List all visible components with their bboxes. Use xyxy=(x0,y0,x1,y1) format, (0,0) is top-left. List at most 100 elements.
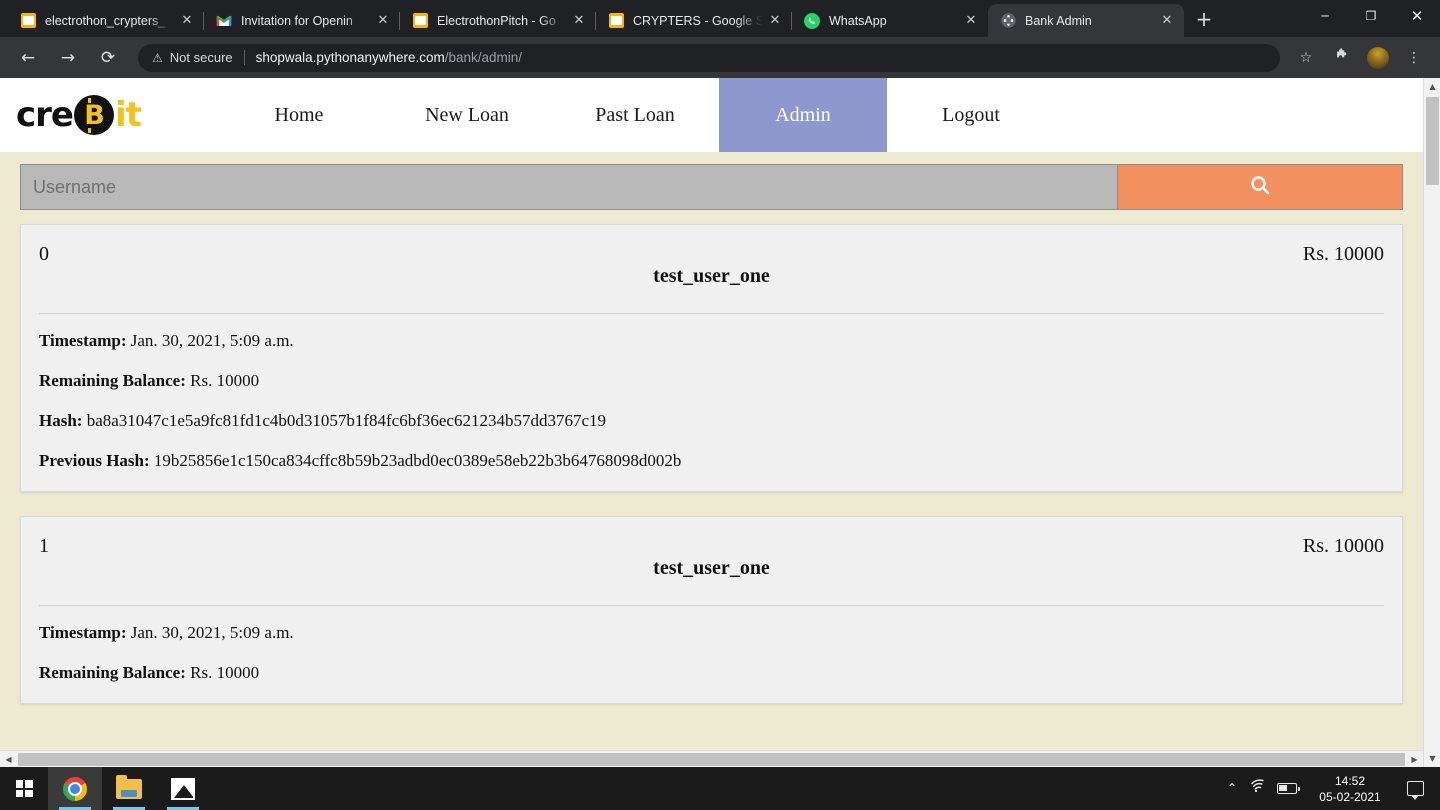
minimize-button[interactable]: ─ xyxy=(1302,0,1348,32)
scroll-left-icon[interactable]: ◀ xyxy=(0,751,17,767)
chrome-icon xyxy=(63,776,87,801)
omnibox-divider xyxy=(243,50,245,65)
horizontal-scroll-thumb[interactable] xyxy=(18,753,1405,766)
block-previous-hash-row: Previous Hash: 19b25856e1c150ca834cffc8b… xyxy=(39,451,1384,471)
browser-tab-1[interactable]: electrothon_crypters_ ✕ xyxy=(8,4,204,37)
url-path: /bank/admin/ xyxy=(444,50,523,65)
block-index: 0 xyxy=(39,243,49,265)
site-navbar: cre B it Home New Loan Past Loan Admin L… xyxy=(0,78,1423,152)
tab-strip: electrothon_crypters_ ✕ Invitation for O… xyxy=(0,0,1440,37)
horizontal-scrollbar[interactable]: ◀ ▶ xyxy=(0,750,1423,767)
search-bar xyxy=(0,164,1423,210)
timestamp-value: Jan. 30, 2021, 5:09 a.m. xyxy=(130,331,294,350)
nav-item-home[interactable]: Home xyxy=(215,78,383,152)
url-domain: shopwala.pythonanywhere.com xyxy=(255,50,445,65)
block-balance-row: Remaining Balance: Rs. 10000 xyxy=(39,371,1384,391)
block-timestamp-row: Timestamp: Jan. 30, 2021, 5:09 a.m. xyxy=(39,623,1384,643)
remaining-balance-label: Remaining Balance: xyxy=(39,663,186,682)
search-icon xyxy=(1249,174,1271,201)
windows-logo-icon xyxy=(15,780,33,797)
document-icon xyxy=(20,13,36,29)
tab-close-icon[interactable]: ✕ xyxy=(766,12,784,30)
taskbar-file-explorer[interactable] xyxy=(102,767,156,810)
browser-tab-5[interactable]: WhatsApp ✕ xyxy=(792,4,988,37)
extensions-puzzle-icon[interactable] xyxy=(1328,44,1356,72)
vertical-scroll-thumb[interactable] xyxy=(1426,97,1439,185)
tab-close-icon[interactable]: ✕ xyxy=(962,12,980,30)
nav-item-past-loan[interactable]: Past Loan xyxy=(551,78,719,152)
browser-tab-2[interactable]: Invitation for Openin ✕ xyxy=(204,4,400,37)
whatsapp-icon xyxy=(804,12,820,29)
battery-icon[interactable] xyxy=(1277,783,1300,794)
block-index: 1 xyxy=(39,535,49,557)
new-tab-button[interactable]: + xyxy=(1190,6,1218,34)
system-tray: ⌃ 14:52 05-02-2021 xyxy=(1219,767,1440,810)
hash-label: Hash: xyxy=(39,411,83,430)
block-balance-row: Remaining Balance: Rs. 10000 xyxy=(39,663,1384,683)
nav-item-new-loan[interactable]: New Loan xyxy=(383,78,551,152)
timestamp-label: Timestamp: xyxy=(39,331,127,350)
forward-icon[interactable]: → xyxy=(53,43,83,73)
tab-close-icon[interactable]: ✕ xyxy=(570,12,588,30)
back-icon[interactable]: ← xyxy=(13,43,43,73)
site-logo[interactable]: cre B it xyxy=(0,78,215,152)
address-bar[interactable]: ⚠ Not secure shopwala.pythonanywhere.com… xyxy=(138,43,1280,72)
tab-title: electrothon_crypters_ xyxy=(45,13,166,28)
search-button[interactable] xyxy=(1118,164,1403,210)
site-nav-links: Home New Loan Past Loan Admin Logout xyxy=(215,78,1423,152)
block-amount: Rs. 10000 xyxy=(1302,243,1384,265)
bookmark-star-icon[interactable]: ☆ xyxy=(1292,44,1320,72)
windows-taskbar: ⌃ 14:52 05-02-2021 xyxy=(0,767,1440,810)
file-explorer-icon xyxy=(116,774,142,799)
username-search-input[interactable] xyxy=(20,164,1118,210)
scroll-right-icon[interactable]: ▶ xyxy=(1406,751,1423,767)
browser-window: electrothon_crypters_ ✕ Invitation for O… xyxy=(0,0,1440,810)
browser-tab-6-active[interactable]: Bank Admin ✕ xyxy=(988,4,1184,37)
remaining-balance-value: Rs. 10000 xyxy=(190,663,260,682)
tab-close-icon[interactable]: ✕ xyxy=(1158,12,1176,30)
globe-icon xyxy=(1000,13,1016,29)
block-card-header: 1 Rs. 10000 test_user_one xyxy=(39,535,1384,593)
tab-title: WhatsApp xyxy=(829,13,887,28)
page-viewport: cre B it Home New Loan Past Loan Admin L… xyxy=(0,78,1440,767)
tab-close-icon[interactable]: ✕ xyxy=(178,12,196,30)
block-card-header: 0 Rs. 10000 test_user_one xyxy=(39,243,1384,301)
photos-icon xyxy=(171,777,195,800)
card-divider xyxy=(39,605,1384,607)
tab-title: ElectrothonPitch - Go xyxy=(437,13,556,28)
logo-part-1: cre xyxy=(16,95,74,135)
nav-item-admin[interactable]: Admin xyxy=(719,78,887,152)
document-icon xyxy=(412,13,428,29)
bitcoin-icon: B xyxy=(73,95,114,135)
taskbar-clock[interactable]: 14:52 05-02-2021 xyxy=(1305,773,1391,805)
speech-bubble-icon[interactable] xyxy=(1407,781,1424,800)
gmail-icon xyxy=(216,13,232,29)
logo-text: cre B it xyxy=(16,95,142,135)
block-username: test_user_one xyxy=(653,557,770,579)
browser-menu-icon[interactable]: ⋮ xyxy=(1400,44,1428,72)
close-window-button[interactable]: ✕ xyxy=(1394,0,1440,32)
start-button[interactable] xyxy=(0,767,48,810)
reload-icon[interactable]: ⟳ xyxy=(93,43,123,73)
show-hidden-icons-chevron-icon[interactable]: ⌃ xyxy=(1219,767,1245,810)
taskbar-photos[interactable] xyxy=(156,767,210,810)
tab-close-icon[interactable]: ✕ xyxy=(374,12,392,30)
scroll-up-icon[interactable]: ▲ xyxy=(1424,78,1440,95)
vertical-scrollbar[interactable]: ▲ ▼ xyxy=(1423,78,1440,767)
card-divider xyxy=(39,313,1384,315)
browser-tab-3[interactable]: ElectrothonPitch - Go ✕ xyxy=(400,4,596,37)
maximize-button[interactable]: ❐ xyxy=(1348,0,1394,32)
block-amount: Rs. 10000 xyxy=(1302,535,1384,557)
browser-toolbar: ← → ⟳ ⚠ Not secure shopwala.pythonanywhe… xyxy=(0,37,1440,78)
profile-avatar[interactable] xyxy=(1367,46,1389,69)
block-username: test_user_one xyxy=(653,265,770,287)
clock-date: 05-02-2021 xyxy=(1319,789,1381,804)
nav-item-logout[interactable]: Logout xyxy=(887,78,1055,152)
browser-tab-4[interactable]: CRYPTERS - Google S ✕ xyxy=(596,4,792,37)
tab-title: CRYPTERS - Google S xyxy=(633,13,762,28)
taskbar-chrome[interactable] xyxy=(48,767,102,810)
block-card: 1 Rs. 10000 test_user_one Timestamp: Jan… xyxy=(20,516,1403,704)
scroll-down-icon[interactable]: ▼ xyxy=(1424,750,1440,767)
block-card: 0 Rs. 10000 test_user_one Timestamp: Jan… xyxy=(20,224,1403,492)
wifi-icon[interactable] xyxy=(1245,767,1271,810)
